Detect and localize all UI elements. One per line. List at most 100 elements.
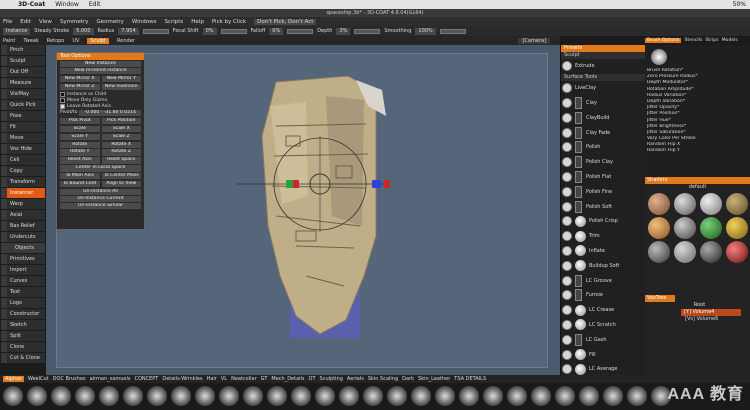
voxtree-volume[interactable]: [Vs] Volume6 bbox=[681, 316, 750, 323]
app-menu[interactable]: 3D-Coat bbox=[18, 1, 45, 8]
preset-item[interactable]: Inflate bbox=[561, 244, 645, 259]
tool-cell[interactable]: Cell bbox=[1, 154, 45, 166]
tool-warp[interactable]: Warp bbox=[1, 198, 45, 210]
new-mirror-x-button[interactable]: New Mirror X bbox=[60, 75, 100, 83]
alpha-brush-thumbnail[interactable] bbox=[579, 386, 599, 406]
preset-item[interactable]: LC Gash bbox=[561, 332, 645, 347]
new-mirror-y-button[interactable]: New Mirror Y bbox=[101, 75, 141, 83]
alpha-set[interactable]: Neatcollar bbox=[231, 376, 257, 382]
tool-cut-clone[interactable]: Cut & Clone bbox=[1, 352, 45, 363]
gizmo-x-handle[interactable] bbox=[372, 180, 381, 188]
alpha-set[interactable]: CONCEPT bbox=[134, 376, 158, 382]
menu-scripts[interactable]: Scripts bbox=[164, 19, 183, 25]
pick-position-button[interactable]: Pick Position bbox=[101, 117, 141, 125]
shader-ball[interactable] bbox=[700, 217, 722, 239]
tool-constructor[interactable]: Constructor bbox=[1, 308, 45, 320]
shader-ball[interactable] bbox=[674, 193, 696, 215]
apple-icon[interactable] bbox=[4, 1, 12, 9]
shader-ball[interactable] bbox=[674, 217, 696, 239]
menu-symmetry[interactable]: Symmetry bbox=[60, 19, 89, 25]
alpha-set[interactable]: Skin_Leather bbox=[418, 376, 450, 382]
tab-brush-options[interactable]: Brush Options bbox=[645, 38, 682, 43]
tab-paint[interactable]: Paint bbox=[3, 38, 15, 44]
alpha-set[interactable]: GT bbox=[261, 376, 268, 382]
rotate-z-button[interactable]: Rotate Z bbox=[101, 149, 141, 156]
steady-stroke-value[interactable]: 5.000 bbox=[73, 27, 94, 35]
alpha-set[interactable]: TSA DETAILS bbox=[454, 376, 486, 382]
menu-windows[interactable]: Windows bbox=[132, 19, 157, 25]
voxtree-root[interactable]: Root bbox=[645, 302, 750, 309]
alpha-set[interactable]: airman_samuels bbox=[90, 376, 131, 382]
to-center-mass-button[interactable]: To Center Mass bbox=[101, 173, 141, 180]
tool-pose[interactable]: Pose bbox=[1, 110, 45, 122]
mac-menu-window[interactable]: Window bbox=[55, 1, 79, 8]
alpha-brush-thumbnail[interactable] bbox=[603, 386, 623, 406]
preset-item[interactable]: Fill bbox=[561, 347, 645, 362]
tab-alphas[interactable]: Alphas bbox=[3, 376, 24, 382]
scale-z-button[interactable]: Scale Z bbox=[101, 133, 141, 140]
uninstance-similar-button[interactable]: Un-Instance Similar bbox=[60, 203, 141, 210]
tool-pinch[interactable]: Pinch bbox=[1, 45, 45, 56]
instance-as-child-checkbox[interactable]: Instance as Child bbox=[60, 91, 141, 97]
tool-curves[interactable]: Curves bbox=[1, 275, 45, 287]
tool-sculpt[interactable]: Sculpt bbox=[1, 55, 45, 67]
alpha-set[interactable]: OT bbox=[309, 376, 316, 382]
tab-sculpt[interactable]: Sculpt bbox=[87, 37, 110, 44]
alpha-brush-thumbnail[interactable] bbox=[219, 386, 239, 406]
pick-mode-select[interactable]: Don't Pick, Don't Act bbox=[254, 18, 317, 25]
preset-item[interactable]: Polish bbox=[561, 140, 645, 155]
alpha-brush-thumbnail[interactable] bbox=[147, 386, 167, 406]
preset-item[interactable]: LiveClay bbox=[561, 81, 645, 96]
shader-ball[interactable] bbox=[700, 241, 722, 263]
shader-ball[interactable] bbox=[674, 241, 696, 263]
preset-item[interactable]: Trim bbox=[561, 229, 645, 244]
alpha-set[interactable]: VL bbox=[221, 376, 227, 382]
tool-copy[interactable]: Copy bbox=[1, 165, 45, 177]
sculpt-section[interactable]: Sculpt bbox=[561, 52, 645, 59]
pivot-value[interactable]: -0.000 · -31.60 0.0214 bbox=[79, 109, 141, 117]
tool-bas-relief[interactable]: Bas Relief bbox=[1, 220, 45, 232]
tool-vox-hide[interactable]: Vox Hide bbox=[1, 143, 45, 155]
steady-stroke-toggle[interactable]: Steady Stroke bbox=[34, 28, 69, 34]
mac-menu-edit[interactable]: Edit bbox=[89, 1, 101, 8]
shader-ball[interactable] bbox=[648, 193, 670, 215]
rotate-button[interactable]: Rotate bbox=[60, 141, 100, 148]
alpha-brush-thumbnail[interactable] bbox=[195, 386, 215, 406]
preset-item[interactable]: Polish Fine bbox=[561, 184, 645, 199]
gizmo-z-handle[interactable] bbox=[293, 180, 299, 188]
new-mirrored-instance-button[interactable]: New mirrored instance bbox=[60, 67, 141, 75]
alpha-brush-thumbnail[interactable] bbox=[555, 386, 575, 406]
tab-stencils[interactable]: Stencils bbox=[684, 38, 702, 43]
tool-cut-off[interactable]: Out Off bbox=[1, 66, 45, 78]
reset-axis-button[interactable]: Reset Axis bbox=[60, 157, 100, 164]
menu-file[interactable]: File bbox=[3, 19, 12, 25]
alpha-brush-thumbnail[interactable] bbox=[123, 386, 143, 406]
alpha-brush-thumbnail[interactable] bbox=[411, 386, 431, 406]
tool-clone[interactable]: Clone bbox=[1, 341, 45, 352]
alpha-brush-thumbnail[interactable] bbox=[339, 386, 359, 406]
shader-ball[interactable] bbox=[726, 241, 748, 263]
surface-tools-section[interactable]: Surface Tools bbox=[561, 73, 645, 81]
new-instance-button[interactable]: New Instance bbox=[60, 60, 141, 68]
leave-rotated-axis-checkbox[interactable]: Leave Rotated Axis bbox=[60, 103, 141, 109]
reset-space-button[interactable]: Reset Space bbox=[101, 157, 141, 164]
alpha-brush-thumbnail[interactable] bbox=[291, 386, 311, 406]
rotate-y-button[interactable]: Rotate Y bbox=[60, 149, 100, 156]
tool-fit[interactable]: Fit bbox=[1, 121, 45, 133]
alpha-brush-thumbnail[interactable] bbox=[531, 386, 551, 406]
preset-item[interactable]: Furrow bbox=[561, 288, 645, 303]
tool-quick-pick[interactable]: Quick Pick bbox=[1, 99, 45, 111]
tool-import[interactable]: Import bbox=[1, 264, 45, 276]
shader-ball[interactable] bbox=[726, 217, 748, 239]
brush-option[interactable]: Random Flip Y bbox=[647, 148, 748, 154]
menu-geometry[interactable]: Geometry bbox=[96, 19, 123, 25]
preset-item[interactable]: ClayBuild bbox=[561, 110, 645, 125]
pick-pivot-button[interactable]: Pick Pivot bbox=[60, 117, 100, 125]
shader-ball[interactable] bbox=[648, 241, 670, 263]
preset-item[interactable]: LC Scratch bbox=[561, 318, 645, 333]
preset-item[interactable]: Polish Flat bbox=[561, 170, 645, 185]
shader-folder[interactable]: default bbox=[645, 184, 750, 191]
tool-axial[interactable]: Axial bbox=[1, 209, 45, 221]
depth-slider[interactable] bbox=[354, 28, 381, 34]
shader-ball[interactable] bbox=[648, 217, 670, 239]
